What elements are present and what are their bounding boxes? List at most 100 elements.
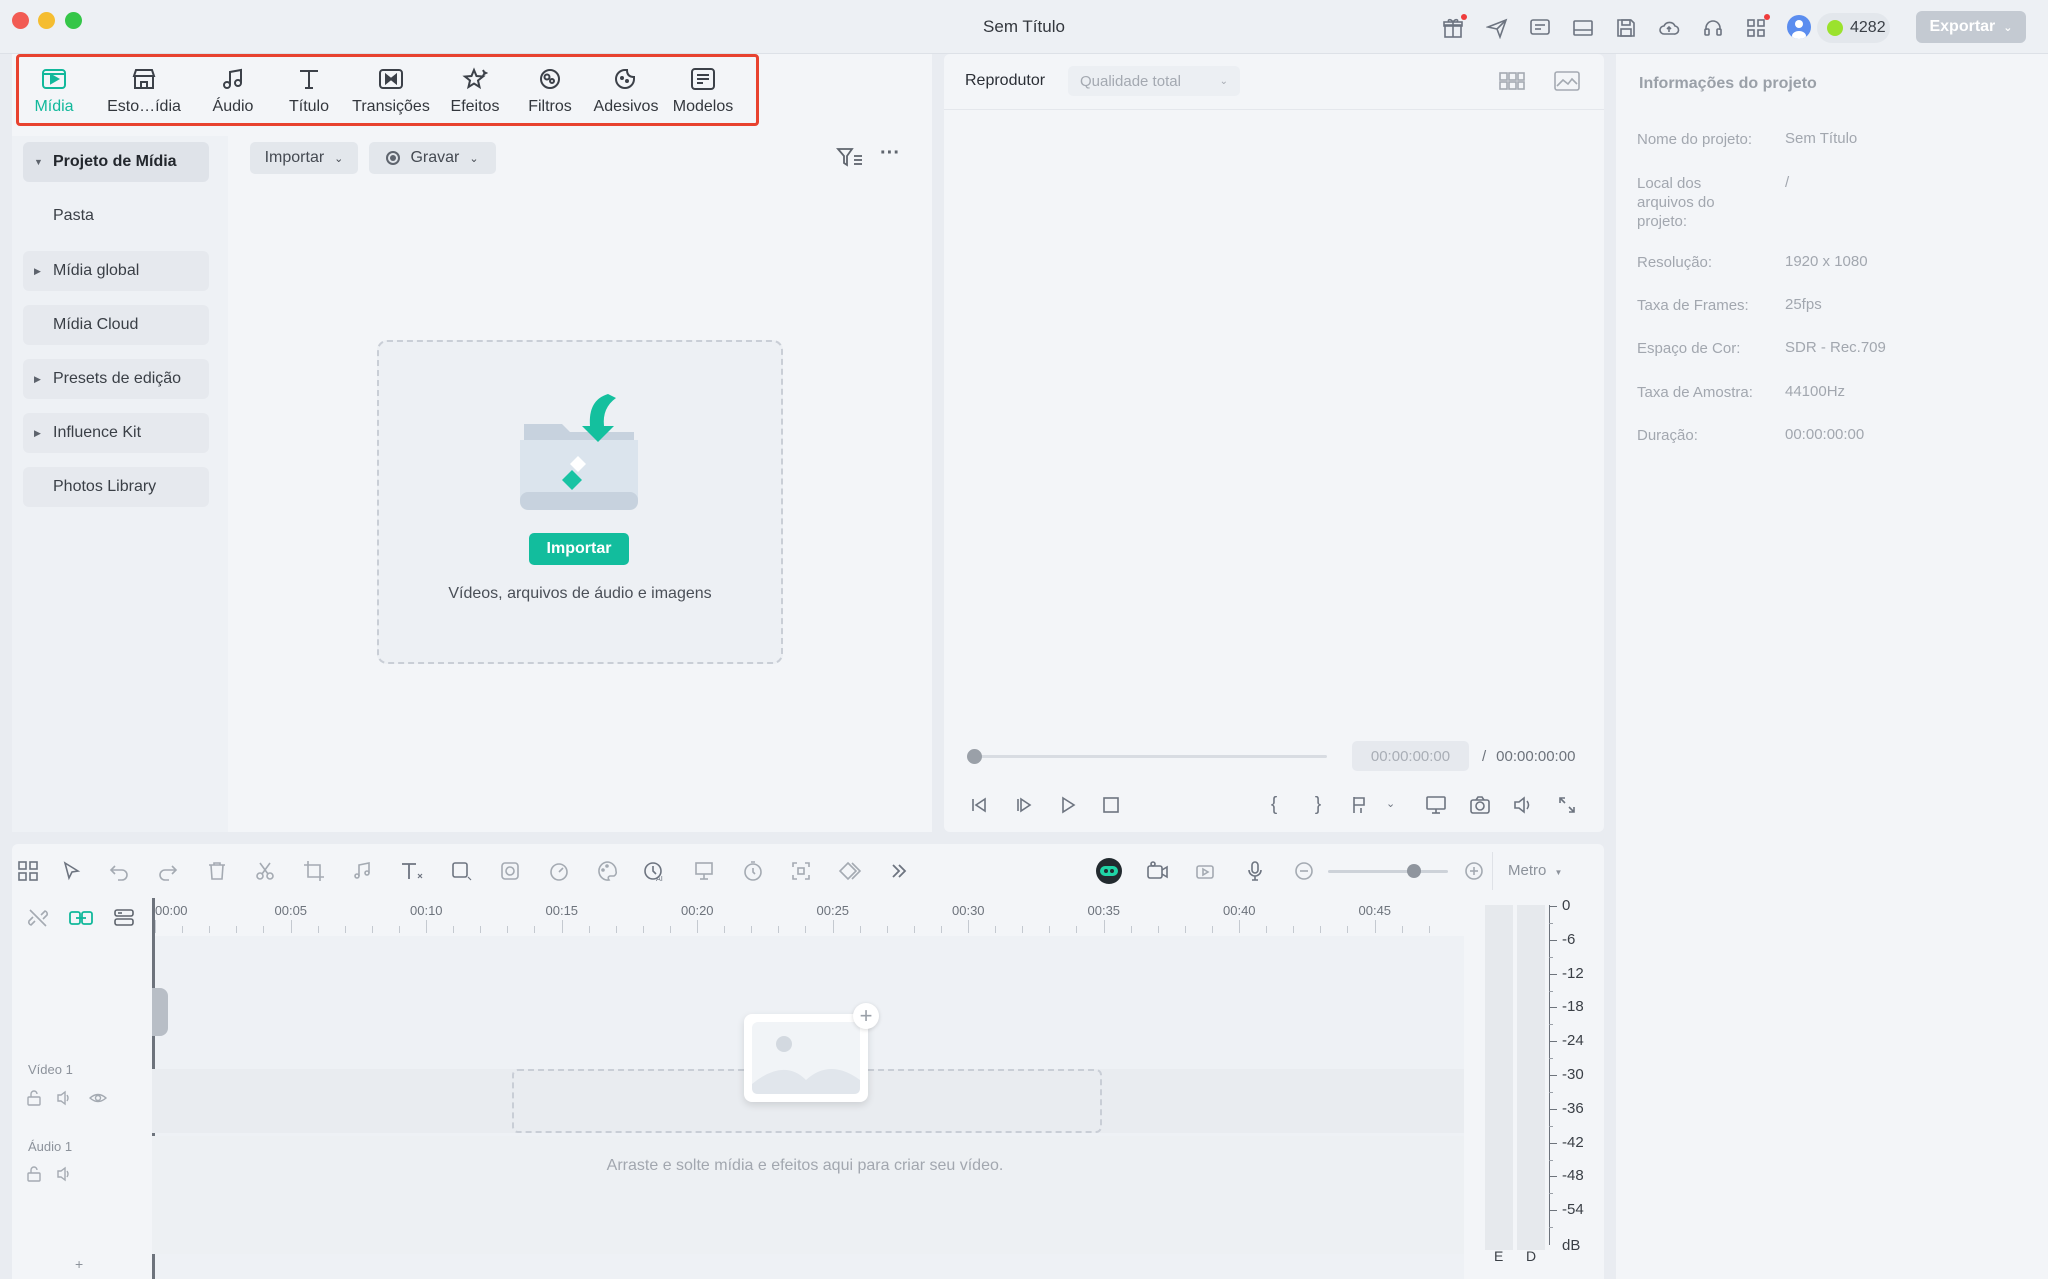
- timeline-zoom-track[interactable]: [1328, 870, 1448, 873]
- tab-title[interactable]: Título: [286, 64, 332, 120]
- meter-tick: [1549, 1075, 1557, 1076]
- select-tool-icon[interactable]: [59, 858, 85, 884]
- scissors-icon[interactable]: [252, 858, 278, 884]
- mute-icon[interactable]: [56, 1090, 72, 1106]
- message-icon[interactable]: [1527, 15, 1553, 41]
- snapshot-camera-icon[interactable]: [1468, 793, 1492, 817]
- display-icon[interactable]: [1424, 793, 1448, 817]
- tab-transitions[interactable]: Transições: [350, 64, 432, 120]
- unlink-icon[interactable]: [26, 906, 50, 930]
- sidebar-item-folder[interactable]: Pasta: [23, 196, 209, 236]
- image-compare-icon[interactable]: [1553, 70, 1581, 92]
- quality-select[interactable]: Qualidade total ⌄: [1068, 66, 1240, 96]
- sidebar-item-photos-library[interactable]: Photos Library: [23, 467, 209, 507]
- effects-icon: [460, 64, 490, 94]
- camera-record-icon[interactable]: [1144, 858, 1170, 884]
- import-dropdown[interactable]: Importar ⌄: [250, 142, 358, 174]
- tab-effects[interactable]: Efeitos: [446, 64, 504, 120]
- fullscreen-icon[interactable]: [1555, 793, 1579, 817]
- credits-badge[interactable]: 4282: [1817, 13, 1890, 43]
- crop-icon[interactable]: [301, 858, 327, 884]
- layout-icon[interactable]: [1570, 15, 1596, 41]
- speed-icon[interactable]: [546, 858, 572, 884]
- ruler-tick: [1347, 926, 1349, 933]
- tab-stock-media[interactable]: Esto…ídia: [104, 64, 184, 120]
- redo-icon[interactable]: [155, 858, 181, 884]
- voiceover-camera-icon[interactable]: [1193, 858, 1219, 884]
- credits-icon: [1827, 20, 1843, 36]
- send-icon[interactable]: [1484, 15, 1510, 41]
- tab-audio[interactable]: Áudio: [208, 64, 258, 120]
- zoom-in-icon[interactable]: [1461, 858, 1487, 884]
- playback-progress-track[interactable]: [975, 755, 1327, 758]
- ruler-tick: [1293, 926, 1295, 933]
- record-dropdown[interactable]: Gravar ⌄: [369, 142, 496, 174]
- lock-icon[interactable]: [26, 1166, 42, 1182]
- meter-unit: dB: [1562, 1237, 1581, 1254]
- ai-assistant-icon[interactable]: [1096, 858, 1122, 884]
- audio-track-lane[interactable]: [152, 1136, 1464, 1254]
- ai-tool-icon[interactable]: AI: [641, 858, 667, 884]
- play-icon[interactable]: [1056, 793, 1080, 817]
- headset-icon[interactable]: [1700, 15, 1726, 41]
- timer-icon[interactable]: [740, 858, 766, 884]
- add-track-icon[interactable]: +: [75, 1256, 83, 1272]
- sidebar-item-influence-kit[interactable]: ▶ Influence Kit: [23, 413, 209, 453]
- import-media-button[interactable]: Importar: [529, 533, 629, 565]
- mask-icon[interactable]: [497, 858, 523, 884]
- cloud-upload-icon[interactable]: [1656, 15, 1682, 41]
- grid-view-icon[interactable]: [1498, 70, 1526, 92]
- link-icon[interactable]: [68, 906, 94, 930]
- sidebar-item-project-media[interactable]: ▼ Projeto de Mídia: [23, 142, 209, 182]
- sidebar-item-cloud-media[interactable]: Mídia Cloud: [23, 305, 209, 345]
- zoom-out-icon[interactable]: [1291, 858, 1317, 884]
- tab-media[interactable]: Mídia: [32, 64, 76, 120]
- meter-tick: [1549, 1091, 1553, 1093]
- more-options-icon[interactable]: ···: [880, 143, 906, 170]
- info-label-name: Nome do projeto:: [1637, 131, 1753, 148]
- mark-in-icon[interactable]: {: [1262, 793, 1286, 817]
- marker-icon[interactable]: [1349, 793, 1373, 817]
- tab-templates[interactable]: Modelos: [670, 64, 736, 120]
- current-time[interactable]: 00:00:00:00: [1352, 741, 1469, 771]
- ruler-tick: [1401, 926, 1403, 933]
- undo-icon[interactable]: [106, 858, 132, 884]
- apps-grid-icon[interactable]: [1743, 14, 1770, 41]
- keyframe-icon[interactable]: [837, 858, 863, 884]
- layout-grid-icon[interactable]: [15, 858, 41, 884]
- tab-filters[interactable]: Filtros: [524, 64, 576, 120]
- gift-icon[interactable]: [1440, 14, 1467, 41]
- auto-reframe-icon[interactable]: [788, 858, 814, 884]
- mute-icon[interactable]: [56, 1166, 72, 1182]
- sidebar-item-edit-presets[interactable]: ▶ Presets de edição: [23, 359, 209, 399]
- audio-edit-icon[interactable]: [350, 858, 376, 884]
- track-manager-icon[interactable]: [112, 906, 136, 930]
- filter-sort-icon[interactable]: [836, 146, 864, 170]
- more-tools-icon[interactable]: [886, 858, 912, 884]
- color-palette-icon[interactable]: [594, 858, 620, 884]
- save-icon[interactable]: [1613, 15, 1639, 41]
- playback-progress-handle[interactable]: [967, 749, 982, 764]
- delete-icon[interactable]: [204, 858, 230, 884]
- shape-icon[interactable]: [448, 858, 474, 884]
- chevron-down-icon[interactable]: ⌄: [1386, 797, 1395, 810]
- prev-frame-icon[interactable]: [967, 793, 991, 817]
- tab-stickers[interactable]: Adesivos: [590, 64, 662, 120]
- mark-out-icon[interactable]: }: [1306, 793, 1330, 817]
- stop-icon[interactable]: [1099, 793, 1123, 817]
- lock-icon[interactable]: [26, 1090, 42, 1106]
- eye-icon[interactable]: [89, 1090, 107, 1106]
- timeline-side-handle[interactable]: [152, 988, 168, 1036]
- export-button[interactable]: Exportar ⌄: [1916, 11, 2026, 43]
- volume-icon[interactable]: [1511, 793, 1535, 817]
- add-text-icon[interactable]: [399, 858, 425, 884]
- time-ruler[interactable]: [152, 900, 1464, 936]
- next-frame-icon[interactable]: [1012, 793, 1036, 817]
- sidebar-item-global-media[interactable]: ▶ Mídia global: [23, 251, 209, 291]
- microphone-icon[interactable]: [1242, 858, 1268, 884]
- meter-scale-label: -30: [1562, 1066, 1584, 1083]
- presentation-icon[interactable]: [691, 858, 717, 884]
- caret-right-icon: ▶: [34, 427, 41, 438]
- zoom-mode-select[interactable]: Metro ▼: [1508, 862, 1562, 879]
- avatar[interactable]: [1787, 15, 1811, 39]
